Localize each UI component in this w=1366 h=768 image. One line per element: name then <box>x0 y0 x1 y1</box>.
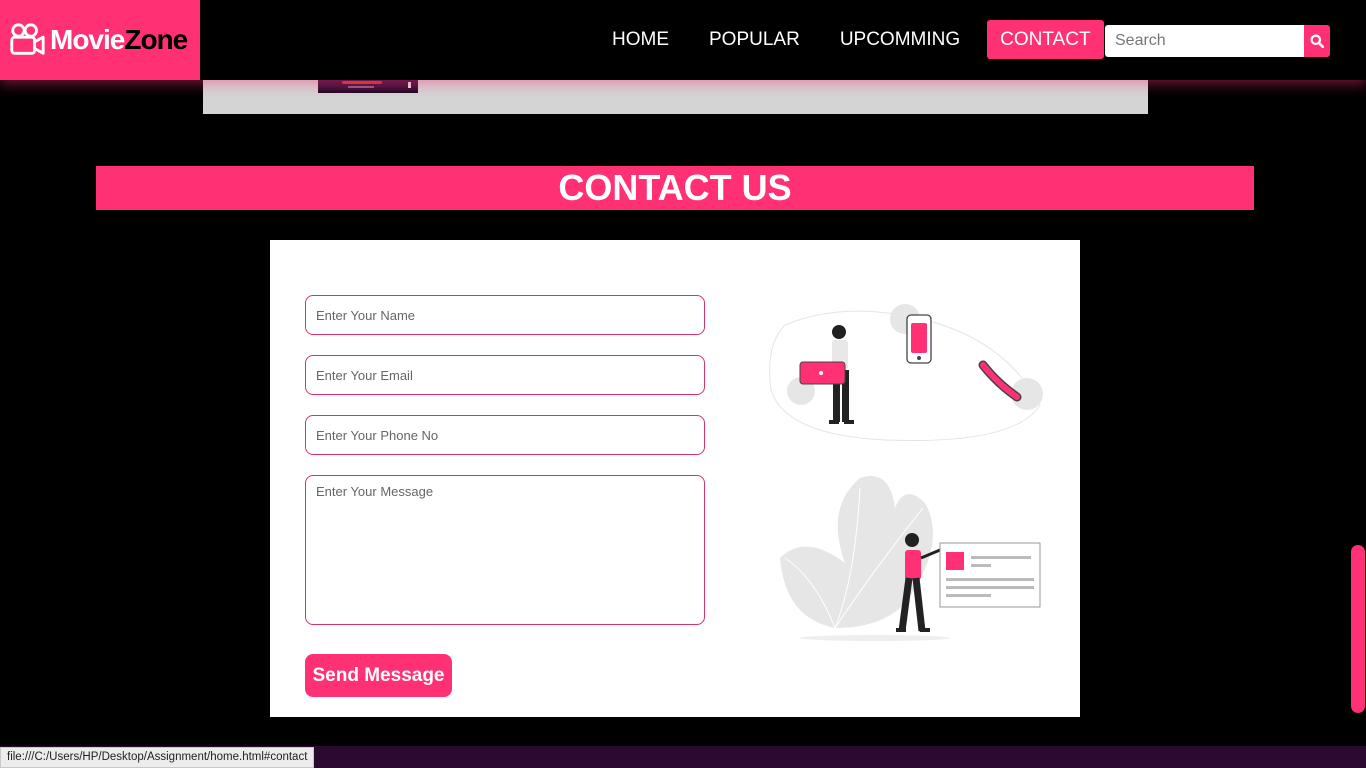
phone-field[interactable] <box>305 415 705 455</box>
brand-logo[interactable]: MovieZone <box>0 0 200 80</box>
contact-illustration-bottom <box>780 476 1041 641</box>
contact-heading: CONTACT US <box>96 166 1254 210</box>
search-box <box>1105 25 1330 57</box>
contact-illustration-top <box>769 304 1043 442</box>
status-bar-url: file:///C:/Users/HP/Desktop/Assignment/h… <box>0 747 315 768</box>
navbar: MovieZone HOME POPULAR UPCOMMING CONTACT <box>0 0 1366 80</box>
search-button[interactable] <box>1304 25 1330 57</box>
send-message-button[interactable]: Send Message <box>305 654 452 697</box>
movie-camera-icon <box>10 23 45 55</box>
nav-popular[interactable]: POPULAR <box>689 20 820 59</box>
main-nav: HOME POPULAR UPCOMMING CONTACT <box>592 20 1104 59</box>
nav-contact[interactable]: CONTACT <box>987 20 1104 59</box>
page-scrollbar-thumb[interactable] <box>1351 545 1365 713</box>
search-icon <box>1310 34 1324 48</box>
brand-name: MovieZone <box>50 24 188 56</box>
page: MovieZone HOME POPULAR UPCOMMING CONTACT… <box>0 0 1366 768</box>
search-input[interactable] <box>1105 25 1304 57</box>
email-field[interactable] <box>305 355 705 395</box>
brand-name-zone: Zone <box>124 24 188 55</box>
brand-name-movie: Movie <box>50 24 125 55</box>
message-field[interactable] <box>305 475 705 625</box>
name-field[interactable] <box>305 295 705 335</box>
nav-upcomming[interactable]: UPCOMMING <box>820 20 980 59</box>
nav-home[interactable]: HOME <box>592 20 689 59</box>
contact-card: Send Message <box>270 240 1080 717</box>
